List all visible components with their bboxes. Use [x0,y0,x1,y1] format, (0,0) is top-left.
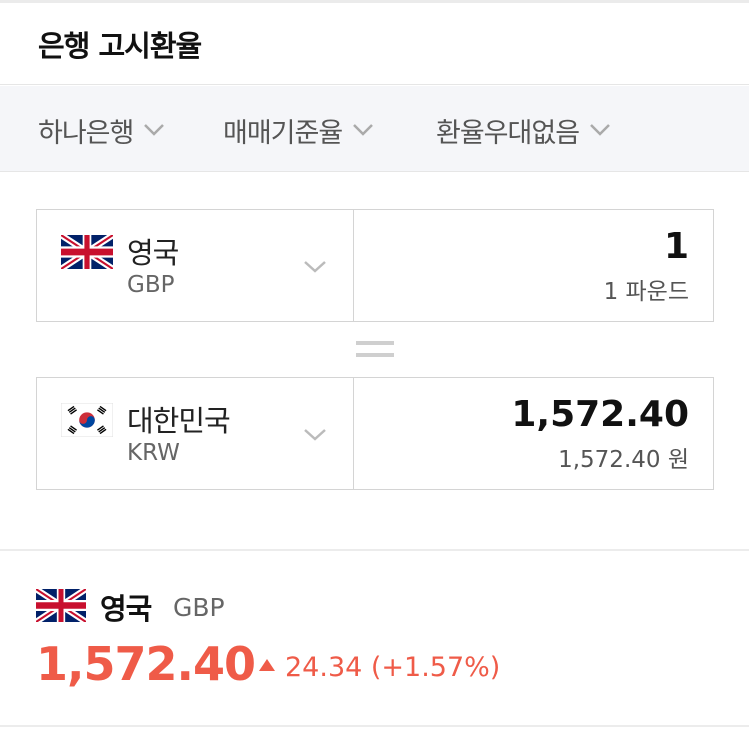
to-amount-value: 1,572.40 [511,394,689,435]
summary-rate-value: 1,572.40 [36,637,256,691]
filter-bar: 하나은행 매매기준율 환율우대없음 [0,86,749,172]
to-amount-input[interactable]: 1,572.40 1,572.40 원 [354,378,713,489]
from-amount-text: 1 파운드 [603,279,689,305]
chevron-down-icon [353,124,374,136]
rate-type-filter-dropdown[interactable]: 매매기준율 [223,110,374,150]
to-country-name: 대한민국 [127,404,231,438]
from-currency-code: GBP [127,272,175,298]
up-arrow-icon [259,659,275,671]
chevron-down-icon [304,261,326,273]
from-amount-value: 1 [663,226,689,267]
to-currency-row: 대한민국 KRW 1,572.40 1,572.40 원 [36,377,714,490]
summary-country-name: 영국 [100,592,152,626]
rate-type-filter-label: 매매기준율 [223,117,343,149]
discount-filter-label: 환율우대없음 [436,117,580,149]
to-currency-code: KRW [127,440,180,466]
uk-flag-icon [61,235,113,269]
equals-icon [356,341,394,361]
korea-flag-icon [61,403,113,437]
chevron-down-icon [304,429,326,441]
from-amount-input[interactable]: 1 1 파운드 [354,210,713,321]
summary-rate-change: 24.34 (+1.57%) [285,652,501,683]
bottom-divider [0,725,749,727]
chevron-down-icon [144,124,165,136]
uk-flag-icon [36,589,86,622]
page-header: 은행 고시환율 [0,3,749,85]
from-currency-row: 영국 GBP 1 1 파운드 [36,209,714,322]
bank-filter-label: 하나은행 [38,117,134,149]
from-country-name: 영국 [127,236,179,270]
bank-filter-dropdown[interactable]: 하나은행 [38,110,165,150]
to-amount-text: 1,572.40 원 [558,447,689,473]
rate-summary: 영국 GBP 1,572.40 24.34 (+1.57%) [0,551,749,725]
page-title: 은행 고시환율 [38,29,202,63]
to-currency-select[interactable]: 대한민국 KRW [37,378,354,489]
summary-currency-code: GBP [173,593,225,622]
from-currency-select[interactable]: 영국 GBP [37,210,354,321]
chevron-down-icon [590,124,610,136]
discount-filter-dropdown[interactable]: 환율우대없음 [436,110,611,150]
